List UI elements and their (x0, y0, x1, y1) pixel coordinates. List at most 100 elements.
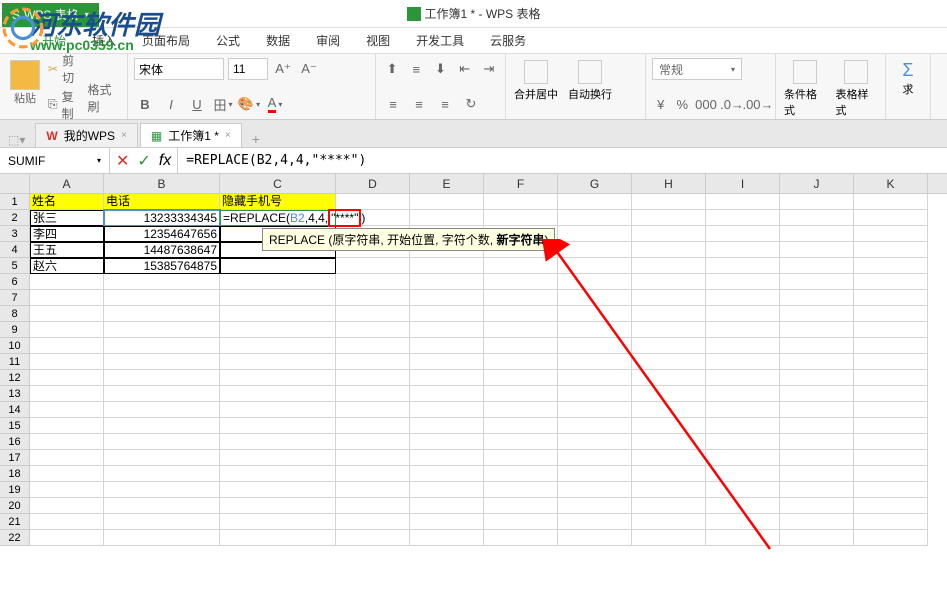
cell-F15[interactable] (484, 418, 558, 434)
cell-A18[interactable] (30, 466, 104, 482)
cell-I20[interactable] (706, 498, 780, 514)
cell-H18[interactable] (632, 466, 706, 482)
cell-I5[interactable] (706, 258, 780, 274)
row-header-11[interactable]: 11 (0, 354, 30, 370)
cell-C16[interactable] (220, 434, 336, 450)
cell-E22[interactable] (410, 530, 484, 546)
cell-J19[interactable] (780, 482, 854, 498)
cell-H6[interactable] (632, 274, 706, 290)
cell-G6[interactable] (558, 274, 632, 290)
cell-C2-editing[interactable]: =REPLACE(B2,4,4,"****") (220, 210, 336, 226)
cell-D6[interactable] (336, 274, 410, 290)
cell-A12[interactable] (30, 370, 104, 386)
row-header-18[interactable]: 18 (0, 466, 30, 482)
row-header-6[interactable]: 6 (0, 274, 30, 290)
cell-K2[interactable] (854, 210, 928, 226)
cell-F20[interactable] (484, 498, 558, 514)
cell-G9[interactable] (558, 322, 632, 338)
cell-K3[interactable] (854, 226, 928, 242)
cell-G13[interactable] (558, 386, 632, 402)
cell-C9[interactable] (220, 322, 336, 338)
cell-H9[interactable] (632, 322, 706, 338)
cell-J5[interactable] (780, 258, 854, 274)
increase-decimal-button[interactable]: .0→ (721, 93, 743, 115)
cell-H8[interactable] (632, 306, 706, 322)
row-header-3[interactable]: 3 (0, 226, 30, 242)
cell-K10[interactable] (854, 338, 928, 354)
cell-G8[interactable] (558, 306, 632, 322)
cell-B7[interactable] (104, 290, 220, 306)
cell-K17[interactable] (854, 450, 928, 466)
cell-F13[interactable] (484, 386, 558, 402)
cell-A7[interactable] (30, 290, 104, 306)
formula-input[interactable]: =REPLACE(B2,4,4,"****") (178, 153, 947, 168)
cell-E15[interactable] (410, 418, 484, 434)
cell-F16[interactable] (484, 434, 558, 450)
border-button[interactable]: 田▾ (212, 93, 234, 115)
number-format-select[interactable]: 常规▾ (652, 58, 742, 80)
cell-B9[interactable] (104, 322, 220, 338)
tab-workbook1[interactable]: ▦ 工作簿1 * × (140, 123, 242, 147)
cell-K12[interactable] (854, 370, 928, 386)
cell-B18[interactable] (104, 466, 220, 482)
cell-E5[interactable] (410, 258, 484, 274)
cell-I19[interactable] (706, 482, 780, 498)
cell-G2[interactable] (558, 210, 632, 226)
menu-home[interactable]: 开始 (42, 32, 66, 49)
cell-I9[interactable] (706, 322, 780, 338)
menu-formula[interactable]: 公式 (216, 32, 240, 49)
cell-I16[interactable] (706, 434, 780, 450)
cell-H17[interactable] (632, 450, 706, 466)
comma-button[interactable]: 000 (695, 93, 717, 115)
decrease-decimal-button[interactable]: .00→ (747, 93, 769, 115)
row-header-2[interactable]: 2 (0, 210, 30, 226)
cell-G3[interactable] (558, 226, 632, 242)
conditional-format-button[interactable]: 条件格式 (782, 58, 828, 120)
cell-F12[interactable] (484, 370, 558, 386)
cell-G20[interactable] (558, 498, 632, 514)
cell-K15[interactable] (854, 418, 928, 434)
increase-font-button[interactable]: A⁺ (272, 58, 294, 80)
close-icon[interactable]: × (121, 130, 127, 141)
cell-E14[interactable] (410, 402, 484, 418)
cell-C15[interactable] (220, 418, 336, 434)
cell-D1[interactable] (336, 194, 410, 210)
cell-K9[interactable] (854, 322, 928, 338)
align-left-button[interactable]: ≡ (382, 93, 404, 115)
cell-C5[interactable] (220, 258, 336, 274)
cell-A19[interactable] (30, 482, 104, 498)
row-header-16[interactable]: 16 (0, 434, 30, 450)
row-header-12[interactable]: 12 (0, 370, 30, 386)
cell-A17[interactable] (30, 450, 104, 466)
underline-button[interactable]: U (186, 93, 208, 115)
font-size-input[interactable] (228, 58, 268, 80)
cell-J17[interactable] (780, 450, 854, 466)
italic-button[interactable]: I (160, 93, 182, 115)
cell-H3[interactable] (632, 226, 706, 242)
cell-J11[interactable] (780, 354, 854, 370)
cell-A5[interactable]: 赵六 (30, 258, 104, 274)
accept-button[interactable]: ✓ (137, 151, 150, 171)
cell-H7[interactable] (632, 290, 706, 306)
row-header-9[interactable]: 9 (0, 322, 30, 338)
sum-button[interactable]: Σ 求 (892, 58, 924, 99)
cell-J15[interactable] (780, 418, 854, 434)
select-all-button[interactable] (0, 174, 30, 193)
currency-button[interactable]: ¥ (652, 93, 670, 115)
align-middle-button[interactable]: ≡ (406, 58, 426, 80)
orientation-button[interactable]: ↻ (460, 93, 482, 115)
cell-A9[interactable] (30, 322, 104, 338)
cell-H20[interactable] (632, 498, 706, 514)
cell-E1[interactable] (410, 194, 484, 210)
row-header-19[interactable]: 19 (0, 482, 30, 498)
cell-H11[interactable] (632, 354, 706, 370)
cell-C22[interactable] (220, 530, 336, 546)
cell-I3[interactable] (706, 226, 780, 242)
cell-F2[interactable] (484, 210, 558, 226)
align-top-button[interactable]: ⬆ (382, 58, 402, 80)
cell-I6[interactable] (706, 274, 780, 290)
cell-B1[interactable]: 电话 (104, 194, 220, 210)
cell-J13[interactable] (780, 386, 854, 402)
cell-C20[interactable] (220, 498, 336, 514)
cell-B20[interactable] (104, 498, 220, 514)
